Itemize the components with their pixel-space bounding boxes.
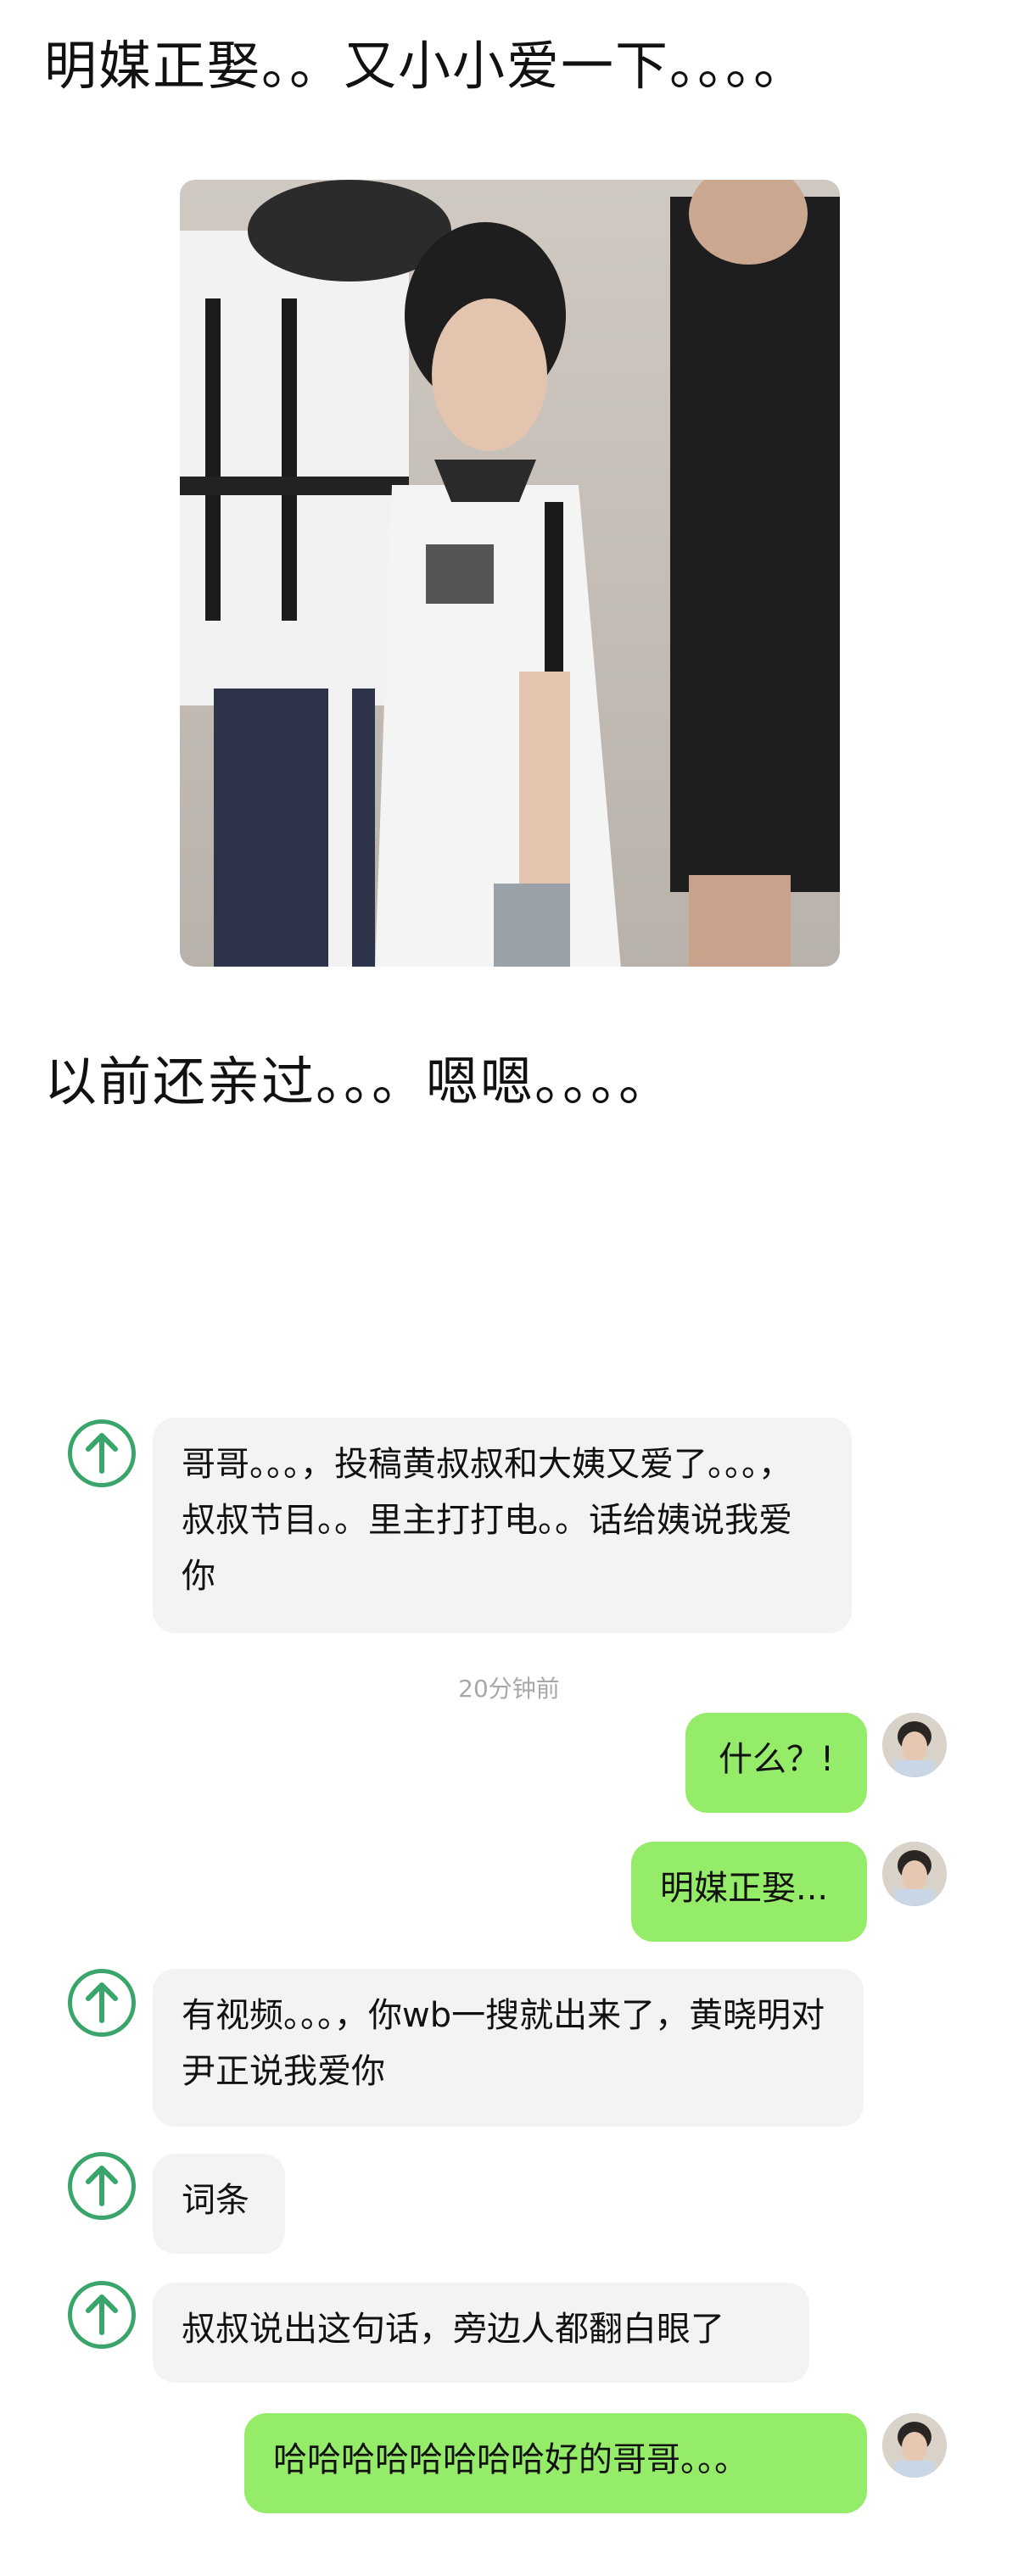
user-avatar-photo — [882, 2413, 947, 2478]
bot-avatar[interactable] — [68, 2281, 136, 2349]
up-arrow-circle-icon — [86, 2294, 118, 2335]
photo-image — [180, 180, 840, 967]
user-avatar-photo — [882, 1842, 947, 1906]
chat-message-in[interactable]: 有视频。。。，你wb一搜就出来了，黄晓明对尹正说我爱你 — [153, 1969, 864, 2127]
caption-middle: 以前还亲过。。。嗯嗯。。。。 — [44, 1051, 674, 1112]
chat-message-out[interactable]: 哈哈哈哈哈哈哈哈好的哥哥。。。 — [244, 2413, 867, 2513]
bot-avatar[interactable] — [68, 1419, 136, 1487]
bot-avatar[interactable] — [68, 1969, 136, 2037]
up-arrow-circle-icon — [86, 2166, 118, 2206]
user-avatar[interactable] — [882, 1842, 947, 1906]
chat-message-in[interactable]: 词条 — [153, 2154, 285, 2254]
chat-message-out[interactable]: 什么？! — [685, 1713, 867, 1813]
chat-message-in[interactable]: 叔叔说出这句话，旁边人都翻白眼了 — [153, 2283, 809, 2383]
up-arrow-circle-icon — [86, 1982, 118, 2023]
user-avatar[interactable] — [882, 2413, 947, 2478]
chat-timestamp: 20分钟前 — [458, 1675, 560, 1703]
user-avatar-photo — [882, 1713, 947, 1777]
user-avatar[interactable] — [882, 1713, 947, 1777]
caption-top: 明媒正娶。。又小小爱一下。。。。 — [44, 35, 808, 97]
bot-avatar[interactable] — [68, 2152, 136, 2220]
chat-message-in[interactable]: 哥哥。。。，投稿黄叔叔和大姨又爱了。。。，叔叔节目。。里主打打电。。话给姨说我爱… — [153, 1418, 852, 1633]
chat-message-out[interactable]: 明媒正娶... — [631, 1842, 867, 1942]
up-arrow-circle-icon — [86, 1433, 118, 1474]
